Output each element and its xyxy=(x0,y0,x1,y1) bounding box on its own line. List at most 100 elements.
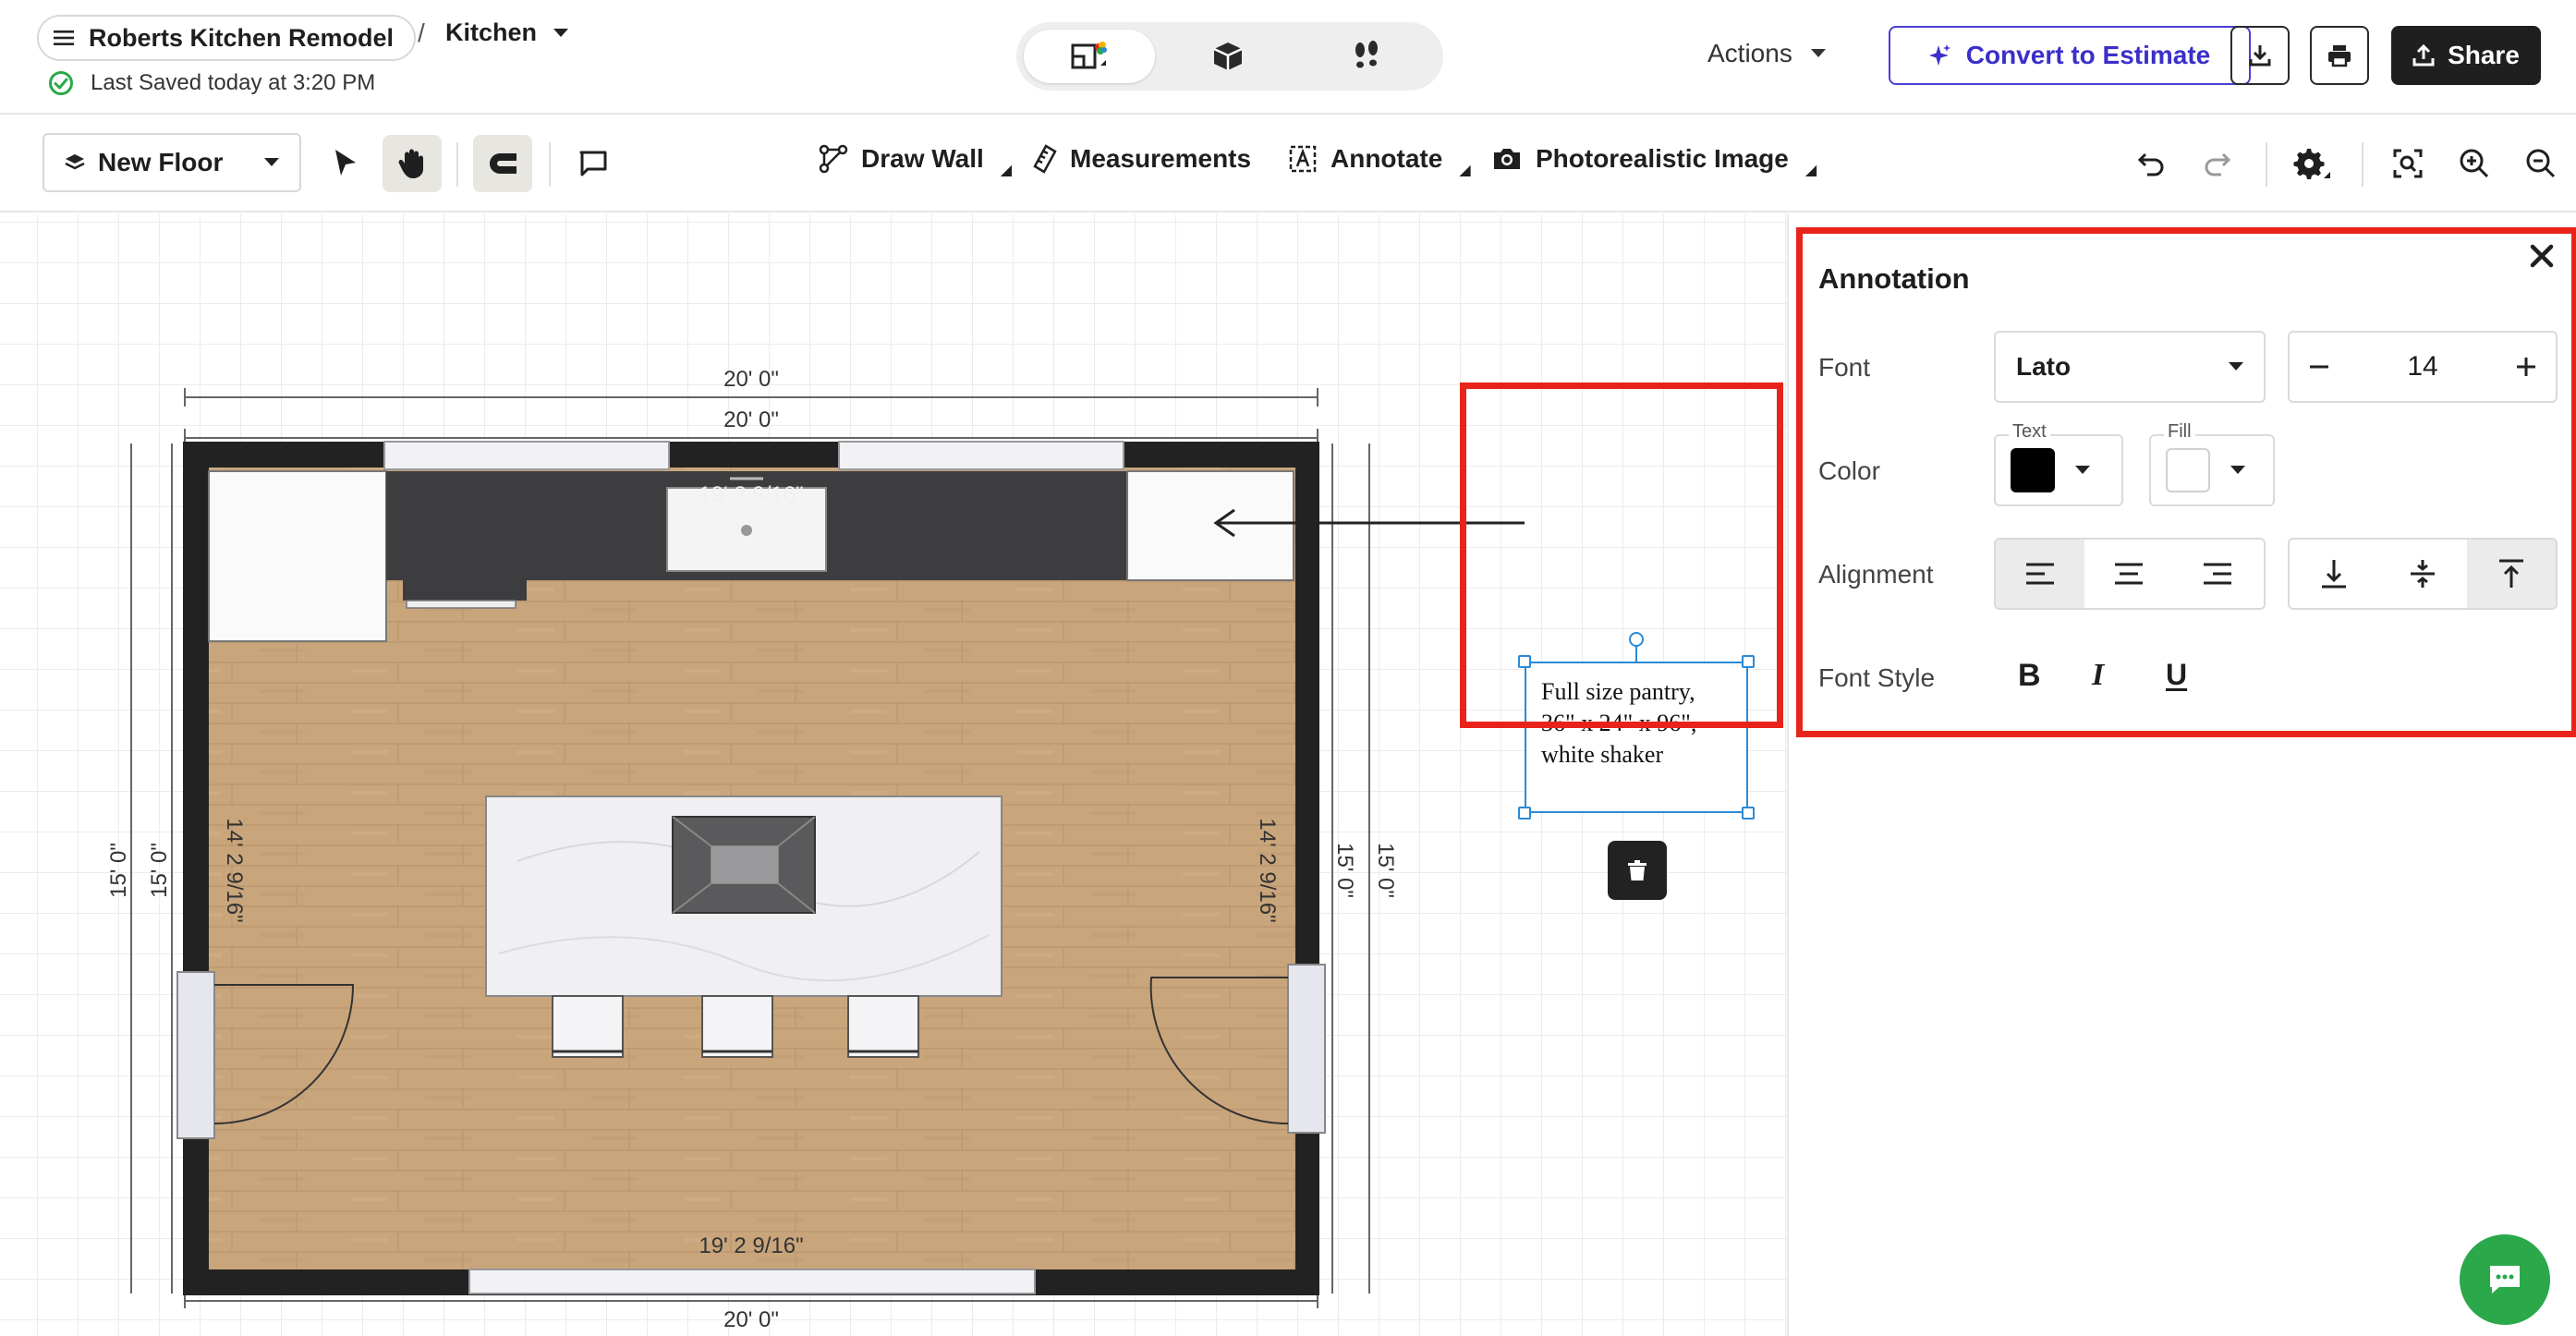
floor-plan-canvas[interactable]: 20' 0" 20' 0" 19' 2 9/16" 19' 2 9/16" 20… xyxy=(0,214,1787,1336)
dim-bottom-outer: 20' 0" xyxy=(723,1307,779,1332)
view-mode-toggle xyxy=(1016,22,1443,91)
annotation-panel: Annotation Font Lato 14 Color Text Fill xyxy=(1787,214,2576,1336)
pointer-arrow-icon xyxy=(332,148,359,179)
share-button[interactable]: Share xyxy=(2391,26,2541,85)
draw-wall-label: Draw Wall xyxy=(861,144,984,173)
toolbar-divider xyxy=(2362,142,2363,187)
project-menu-button[interactable]: Roberts Kitchen Remodel xyxy=(37,15,417,61)
dim-top-interior: 19' 2 9/16" xyxy=(699,482,803,507)
trash-icon xyxy=(1627,859,1647,881)
ruler-icon xyxy=(1033,144,1057,174)
magnet-icon xyxy=(487,151,518,176)
resize-handle[interactable] xyxy=(1518,807,1531,820)
project-name: Roberts Kitchen Remodel xyxy=(89,23,395,52)
chevron-down-icon xyxy=(1810,49,1826,58)
camera-icon xyxy=(1491,146,1523,172)
app-header: Roberts Kitchen Remodel / Kitchen Last S… xyxy=(0,0,2576,115)
share-label: Share xyxy=(2448,41,2520,69)
chat-button[interactable] xyxy=(2460,1234,2550,1325)
bar-stools xyxy=(552,995,919,1058)
room-select-button[interactable]: Kitchen xyxy=(445,18,569,47)
chevron-down-icon xyxy=(264,158,279,167)
room-name: Kitchen xyxy=(445,18,538,46)
zoom-fit-icon xyxy=(2392,148,2424,179)
dim-top-inner: 20' 0" xyxy=(723,407,779,432)
layers-icon xyxy=(65,152,85,173)
annotate-label: Annotate xyxy=(1331,144,1443,173)
convert-label: Convert to Estimate xyxy=(1965,41,2211,69)
zoom-in-icon xyxy=(2459,148,2490,179)
zoom-out-button[interactable] xyxy=(2511,135,2570,192)
resize-handle[interactable] xyxy=(1742,807,1755,820)
footsteps-icon xyxy=(1350,40,1383,73)
dim-right-inner: 15' 0" xyxy=(1332,843,1357,898)
zoom-in-button[interactable] xyxy=(2445,135,2504,192)
photorealistic-image-tool[interactable]: Photorealistic Image ◢ xyxy=(1491,144,1817,178)
floor-plan-2d-icon xyxy=(1069,38,1110,75)
pan-tool-button[interactable] xyxy=(383,135,442,192)
redo-button[interactable] xyxy=(2188,135,2247,192)
annotate-tool[interactable]: Annotate ◢ xyxy=(1288,144,1471,178)
breadcrumb-separator: / xyxy=(418,18,425,47)
dim-left-inner: 15' 0" xyxy=(147,843,172,898)
actions-menu-button[interactable]: Actions xyxy=(1707,39,1826,68)
walkthrough-view-button[interactable] xyxy=(1301,30,1432,83)
editor-toolbar: New Floor Draw Wall ◢ Measurements Annot… xyxy=(0,116,2576,213)
download-icon xyxy=(2248,43,2272,67)
save-status-text: Last Saved today at 3:20 PM xyxy=(91,70,376,95)
magnet-snap-button[interactable] xyxy=(473,135,532,192)
toolbar-divider xyxy=(549,142,551,187)
3d-view-button[interactable] xyxy=(1162,30,1294,83)
floor-label: New Floor xyxy=(98,148,224,176)
dim-bottom-interior: 19' 2 9/16" xyxy=(699,1233,803,1258)
toolbar-divider xyxy=(456,142,458,187)
gear-icon xyxy=(2292,147,2331,180)
window xyxy=(838,441,1124,470)
door-frame-left xyxy=(176,971,215,1139)
undo-icon xyxy=(2136,151,2166,176)
floor-plan-view-button[interactable] xyxy=(1024,30,1155,83)
dishwasher-edge xyxy=(406,600,516,609)
dim-right-interior: 14' 2 9/16" xyxy=(1255,818,1280,922)
sparkle-icon xyxy=(1928,43,1951,67)
chevron-down-icon xyxy=(553,28,569,38)
chat-bubble-icon xyxy=(2486,1263,2523,1296)
hand-icon xyxy=(397,147,427,180)
check-circle-icon xyxy=(48,70,74,96)
window xyxy=(383,441,670,470)
door-frame-right xyxy=(1287,964,1326,1134)
hamburger-icon xyxy=(54,30,74,46)
annotate-text-icon xyxy=(1288,144,1318,174)
draw-wall-tool[interactable]: Draw Wall ◢ xyxy=(819,144,1012,178)
download-button[interactable] xyxy=(2230,26,2290,85)
delete-annotation-button[interactable] xyxy=(1608,841,1667,900)
3d-box-icon xyxy=(1211,40,1245,73)
save-status: Last Saved today at 3:20 PM xyxy=(48,70,375,96)
convert-to-estimate-button[interactable]: Convert to Estimate xyxy=(1889,26,2251,85)
measurements-label: Measurements xyxy=(1070,144,1252,173)
comment-tool-button[interactable] xyxy=(564,135,623,192)
dim-left-interior: 14' 2 9/16" xyxy=(222,818,247,922)
annotation-line-3: white shaker xyxy=(1541,741,1664,768)
floor-select[interactable]: New Floor xyxy=(43,133,301,192)
undo-button[interactable] xyxy=(2121,135,2181,192)
select-tool-button[interactable] xyxy=(316,135,375,192)
sink-drain xyxy=(741,525,752,536)
printer-icon xyxy=(2327,43,2352,67)
measurements-tool[interactable]: Measurements xyxy=(1033,144,1251,174)
comment-icon xyxy=(578,150,608,177)
upload-icon xyxy=(2412,43,2435,67)
corner-caret-icon: ◢ xyxy=(1000,163,1013,178)
draw-wall-icon xyxy=(819,144,848,174)
dim-right-outer: 15' 0" xyxy=(1373,843,1398,898)
cabinet xyxy=(208,470,387,642)
settings-button[interactable] xyxy=(2282,135,2341,192)
photorealistic-label: Photorealistic Image xyxy=(1536,144,1789,173)
toolbar-divider xyxy=(2266,142,2267,187)
pantry-cabinet xyxy=(1126,470,1294,581)
window xyxy=(468,1269,1036,1294)
zoom-out-icon xyxy=(2525,148,2557,179)
print-button[interactable] xyxy=(2310,26,2369,85)
fit-to-screen-button[interactable] xyxy=(2378,135,2437,192)
corner-caret-icon: ◢ xyxy=(1459,163,1471,178)
